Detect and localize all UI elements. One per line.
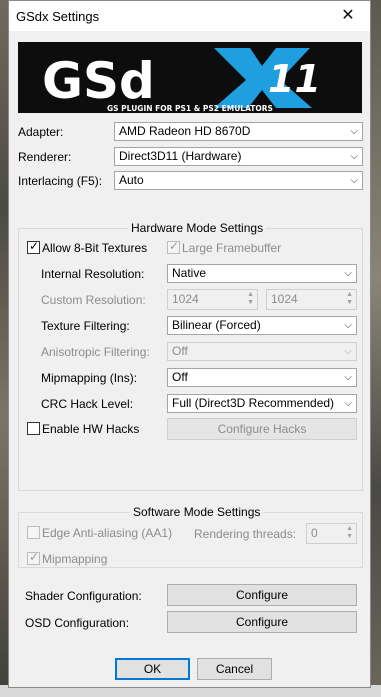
mipmapping-select[interactable]: Off ⌵ bbox=[167, 368, 357, 387]
crc-hack-level-value: Full (Direct3D Recommended) bbox=[172, 396, 335, 410]
spin-arrows-icon: ▲ ▼ bbox=[247, 291, 254, 306]
crc-hack-level-label: CRC Hack Level: bbox=[41, 397, 134, 411]
internal-resolution-select[interactable]: Native ⌵ bbox=[167, 264, 357, 283]
chevron-down-icon: ⌵ bbox=[350, 175, 358, 186]
sw-mipmapping-checkbox[interactable]: ✓ bbox=[27, 550, 40, 565]
custom-resolution-width-value: 1024 bbox=[172, 292, 199, 306]
configure-hacks-button[interactable]: Configure Hacks bbox=[167, 418, 357, 440]
allow-8bit-label: Allow 8-Bit Textures bbox=[42, 241, 148, 255]
rendering-threads-value: 0 bbox=[311, 526, 318, 540]
large-framebuffer-label: Large Framebuffer bbox=[182, 241, 282, 255]
anisotropic-filtering-select[interactable]: Off ⌵ bbox=[167, 342, 357, 361]
logo-tagline: GS PLUGIN FOR PS1 & PS2 EMULATORS bbox=[107, 104, 273, 113]
gsdx-logo: GSd 11 GS PLUGIN FOR PS1 & PS2 EMULATORS bbox=[18, 42, 362, 113]
rendering-threads-spinner[interactable]: 0 ▲ ▼ bbox=[306, 523, 357, 544]
logo-brand-text: GSd bbox=[42, 52, 155, 110]
custom-resolution-width-spinner[interactable]: 1024 ▲ ▼ bbox=[167, 289, 258, 310]
hardware-mode-title: Hardware Mode Settings bbox=[128, 221, 267, 235]
chevron-down-icon: ⌵ bbox=[350, 151, 358, 162]
osd-configuration-label: OSD Configuration: bbox=[25, 616, 130, 630]
texture-filtering-select[interactable]: Bilinear (Forced) ⌵ bbox=[167, 316, 357, 335]
rendering-threads-label: Rendering threads: bbox=[194, 527, 297, 541]
logo-version-text: 11 bbox=[268, 57, 321, 101]
osd-configure-button[interactable]: Configure bbox=[167, 611, 357, 633]
check-icon: ✓ bbox=[29, 239, 40, 253]
spin-arrows-icon: ▲ ▼ bbox=[346, 291, 353, 306]
chevron-down-icon: ⌵ bbox=[344, 346, 352, 357]
anisotropic-filtering-label: Anisotropic Filtering: bbox=[41, 345, 150, 359]
enable-hw-hacks-checkbox[interactable] bbox=[27, 422, 40, 435]
interlacing-label: Interlacing (F5): bbox=[18, 174, 103, 188]
chevron-down-icon: ⌵ bbox=[344, 320, 352, 331]
spin-arrows-icon: ▲ ▼ bbox=[346, 525, 353, 540]
adapter-label: Adapter: bbox=[18, 125, 64, 139]
background-desktop-right bbox=[371, 0, 381, 697]
custom-resolution-height-spinner[interactable]: 1024 ▲ ▼ bbox=[266, 289, 357, 310]
anisotropic-filtering-value: Off bbox=[172, 344, 188, 358]
texture-filtering-label: Texture Filtering: bbox=[41, 319, 130, 333]
mipmapping-value: Off bbox=[172, 370, 188, 384]
chevron-down-icon: ⌵ bbox=[344, 268, 352, 279]
close-icon[interactable]: ✕ bbox=[326, 1, 370, 31]
custom-resolution-label: Custom Resolution: bbox=[41, 293, 146, 307]
chevron-down-icon: ⌵ bbox=[350, 126, 358, 137]
chevron-down-icon: ⌵ bbox=[344, 372, 352, 383]
background-desktop-left bbox=[0, 0, 8, 697]
software-mode-title: Software Mode Settings bbox=[130, 505, 264, 519]
settings-dialog: GSdx Settings ✕ GSd 11 GS PLUGIN FOR PS1… bbox=[8, 0, 371, 688]
sw-mipmapping-label: Mipmapping bbox=[42, 552, 108, 566]
shader-configure-button[interactable]: Configure bbox=[167, 584, 357, 606]
internal-resolution-label: Internal Resolution: bbox=[41, 267, 145, 281]
renderer-select[interactable]: Direct3D11 (Hardware) ⌵ bbox=[114, 147, 363, 166]
renderer-value: Direct3D11 (Hardware) bbox=[119, 149, 242, 163]
internal-resolution-value: Native bbox=[172, 266, 207, 280]
check-icon: ✓ bbox=[169, 239, 180, 253]
large-framebuffer-checkbox[interactable]: ✓ bbox=[167, 239, 180, 254]
texture-filtering-value: Bilinear (Forced) bbox=[172, 318, 261, 332]
renderer-label: Renderer: bbox=[18, 150, 72, 164]
window-title: GSdx Settings bbox=[16, 9, 100, 24]
crc-hack-level-select[interactable]: Full (Direct3D Recommended) ⌵ bbox=[167, 394, 357, 413]
custom-resolution-height-value: 1024 bbox=[271, 292, 298, 306]
title-bar: GSdx Settings ✕ bbox=[9, 1, 370, 31]
interlacing-select[interactable]: Auto ⌵ bbox=[114, 171, 363, 190]
ok-button[interactable]: OK bbox=[115, 658, 190, 680]
check-icon: ✓ bbox=[29, 550, 40, 564]
mipmapping-label: Mipmapping (Ins): bbox=[41, 371, 138, 385]
edge-antialiasing-label: Edge Anti-aliasing (AA1) bbox=[42, 526, 173, 540]
edge-antialiasing-checkbox[interactable] bbox=[27, 526, 40, 539]
cancel-button[interactable]: Cancel bbox=[197, 658, 272, 680]
chevron-down-icon: ⌵ bbox=[344, 398, 352, 409]
adapter-select[interactable]: AMD Radeon HD 8670D ⌵ bbox=[114, 122, 363, 141]
gsdx-logo-banner: GSd 11 GS PLUGIN FOR PS1 & PS2 EMULATORS bbox=[18, 42, 362, 113]
shader-configuration-label: Shader Configuration: bbox=[25, 589, 142, 603]
adapter-value: AMD Radeon HD 8670D bbox=[119, 124, 251, 138]
allow-8bit-checkbox[interactable]: ✓ bbox=[27, 239, 40, 254]
enable-hw-hacks-label: Enable HW Hacks bbox=[42, 422, 140, 436]
interlacing-value: Auto bbox=[119, 173, 144, 187]
